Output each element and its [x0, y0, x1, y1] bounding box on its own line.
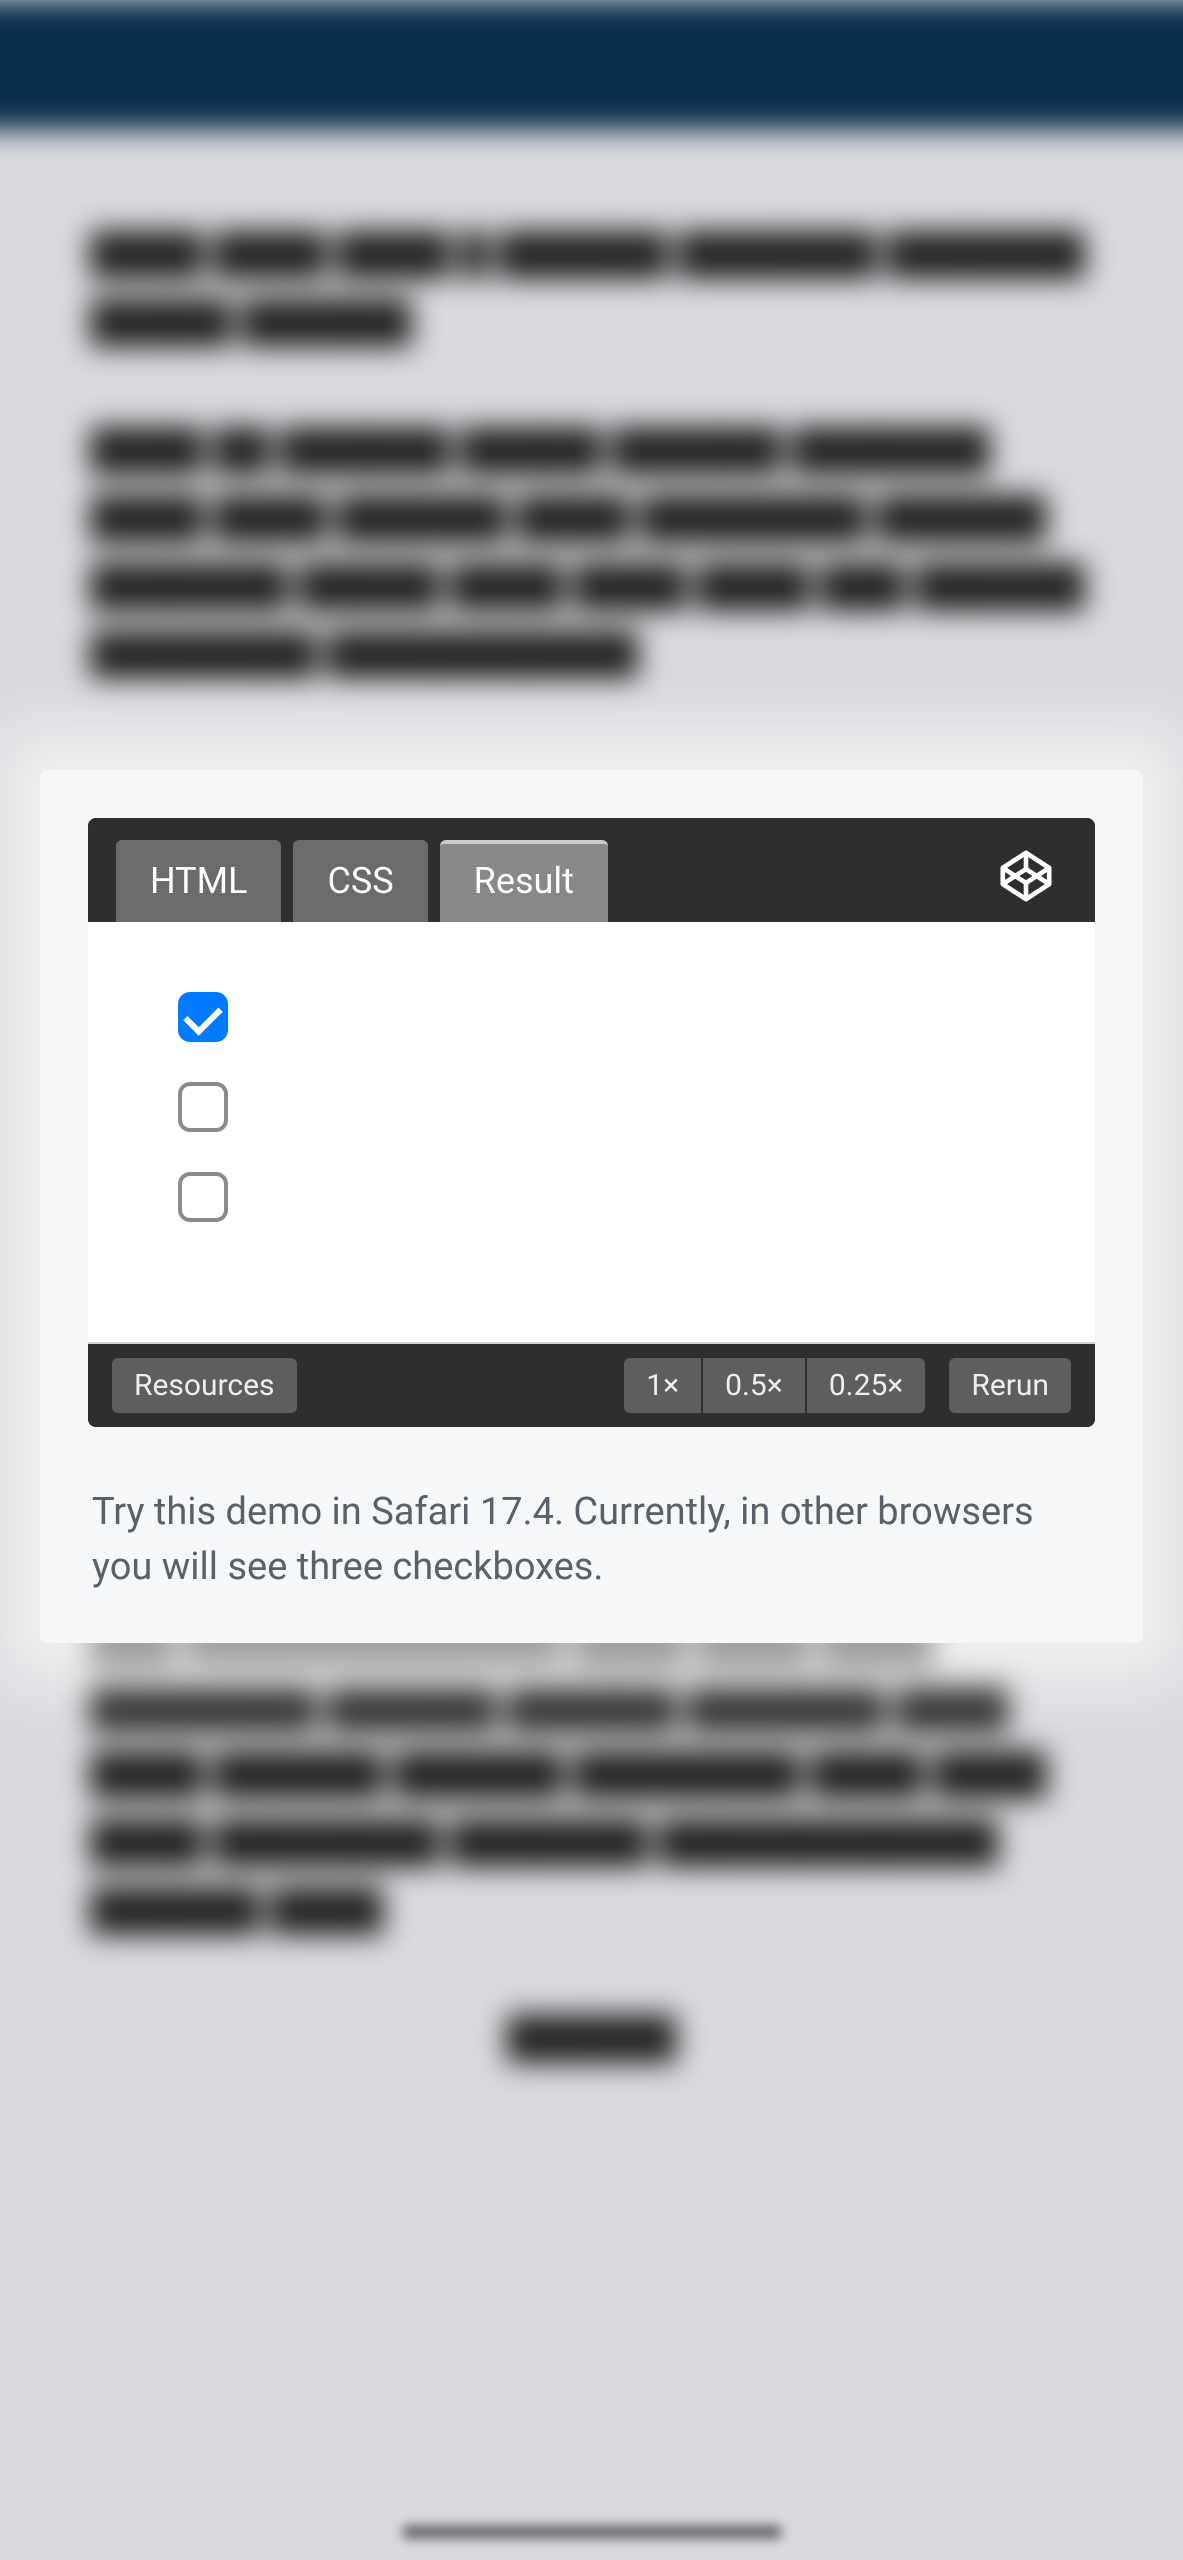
zoom-1x-button[interactable]: 1×: [624, 1358, 701, 1413]
codepen-footer: Resources 1× 0.5× 0.25× Rerun: [88, 1344, 1095, 1427]
home-indicator: [402, 2526, 782, 2538]
switch-row: [178, 992, 1005, 1042]
switch-control-2[interactable]: [178, 1082, 228, 1132]
resources-button[interactable]: Resources: [112, 1358, 297, 1413]
demo-caption: Try this demo in Safari 17.4. Currently,…: [88, 1485, 1095, 1595]
blurred-header: [0, 0, 1183, 130]
switch-control-1[interactable]: [178, 992, 228, 1042]
codepen-tab-bar: HTML CSS Result: [88, 818, 1095, 922]
result-pane: [88, 922, 1095, 1344]
tab-result[interactable]: Result: [440, 840, 608, 922]
rerun-button[interactable]: Rerun: [949, 1358, 1071, 1413]
tab-css[interactable]: CSS: [293, 840, 427, 922]
codepen-embed: HTML CSS Result: [88, 818, 1095, 1427]
zoom-025x-button[interactable]: 0.25×: [807, 1358, 926, 1413]
zoom-group: 1× 0.5× 0.25×: [624, 1358, 925, 1413]
demo-card: HTML CSS Result: [40, 770, 1143, 1643]
codepen-logo-icon[interactable]: [997, 847, 1055, 905]
zoom-05x-button[interactable]: 0.5×: [703, 1358, 805, 1413]
switch-row: [178, 1172, 1005, 1222]
switch-row: [178, 1082, 1005, 1132]
tab-html[interactable]: HTML: [116, 840, 281, 922]
switch-control-3[interactable]: [178, 1172, 228, 1222]
